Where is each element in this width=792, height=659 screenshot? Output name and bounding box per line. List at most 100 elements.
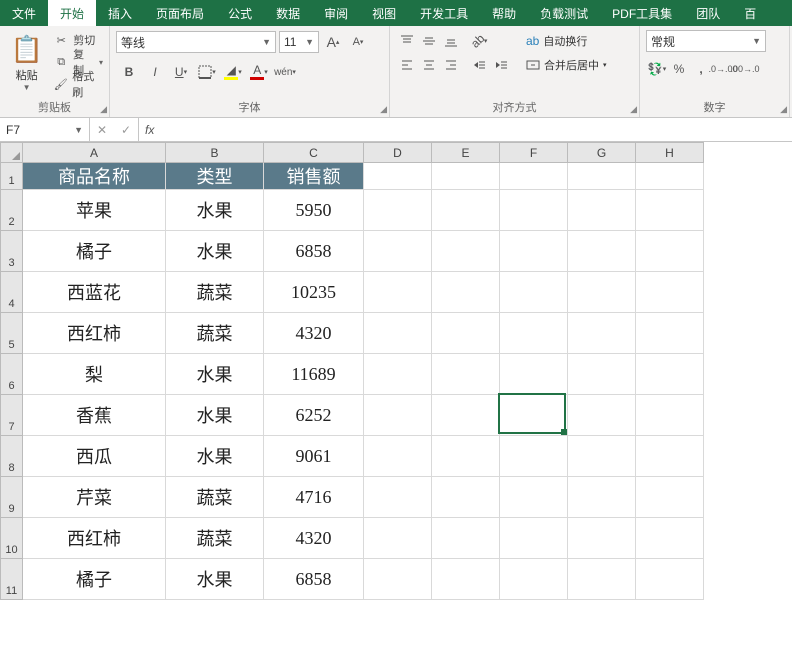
cell[interactable] <box>568 518 636 559</box>
cell[interactable] <box>364 231 432 272</box>
align-middle-button[interactable] <box>418 30 440 52</box>
cell[interactable]: 5950 <box>264 190 364 231</box>
cell[interactable] <box>568 163 636 190</box>
decrease-decimal-button[interactable]: .00→.0 <box>734 58 756 80</box>
cell[interactable]: 蔬菜 <box>166 272 264 313</box>
row-header[interactable]: 5 <box>1 313 23 354</box>
row-header[interactable]: 8 <box>1 436 23 477</box>
wrap-text-button[interactable]: ab 自动换行 <box>522 30 611 52</box>
column-header[interactable]: F <box>500 143 568 163</box>
cell[interactable] <box>636 395 704 436</box>
font-name-select[interactable]: 等线 ▼ <box>116 31 276 53</box>
merge-center-button[interactable]: 合并后居中 ▾ <box>522 54 611 76</box>
row-header[interactable]: 1 <box>1 163 23 190</box>
cell[interactable] <box>500 354 568 395</box>
ribbon-tab-4[interactable]: 公式 <box>216 0 264 26</box>
cell[interactable]: 苹果 <box>23 190 166 231</box>
cell[interactable]: 香蕉 <box>23 395 166 436</box>
cell[interactable] <box>500 231 568 272</box>
cell[interactable]: 水果 <box>166 395 264 436</box>
column-header[interactable]: E <box>432 143 500 163</box>
cell[interactable] <box>568 272 636 313</box>
underline-button[interactable]: U▾ <box>168 61 194 83</box>
bold-button[interactable]: B <box>116 61 142 83</box>
fx-label[interactable]: fx <box>139 118 160 141</box>
cell[interactable] <box>636 354 704 395</box>
cell[interactable] <box>432 436 500 477</box>
cell[interactable] <box>432 354 500 395</box>
ribbon-tab-0[interactable]: 文件 <box>0 0 48 26</box>
cell[interactable]: 西蓝花 <box>23 272 166 313</box>
cell[interactable]: 水果 <box>166 190 264 231</box>
percent-button[interactable]: % <box>668 58 690 80</box>
select-all-corner[interactable] <box>1 143 23 163</box>
cell[interactable] <box>432 190 500 231</box>
row-header[interactable]: 9 <box>1 477 23 518</box>
align-left-button[interactable] <box>396 54 418 76</box>
cell[interactable] <box>432 313 500 354</box>
align-bottom-button[interactable] <box>440 30 462 52</box>
row-header[interactable]: 3 <box>1 231 23 272</box>
cell[interactable]: 10235 <box>264 272 364 313</box>
column-header[interactable]: B <box>166 143 264 163</box>
ribbon-tab-1[interactable]: 开始 <box>48 0 96 26</box>
decrease-indent-button[interactable] <box>468 54 490 76</box>
cell[interactable]: 销售额 <box>264 163 364 190</box>
cell[interactable] <box>500 559 568 600</box>
dialog-launcher-icon[interactable]: ◢ <box>100 104 107 115</box>
cell[interactable] <box>500 518 568 559</box>
row-header[interactable]: 11 <box>1 559 23 600</box>
accounting-format-button[interactable]: 💱▾ <box>646 58 668 80</box>
cell[interactable]: 蔬菜 <box>166 477 264 518</box>
cell[interactable]: 水果 <box>166 354 264 395</box>
cell[interactable] <box>636 231 704 272</box>
cell[interactable] <box>432 518 500 559</box>
cell[interactable]: 芹菜 <box>23 477 166 518</box>
cell[interactable]: 水果 <box>166 436 264 477</box>
row-header[interactable]: 2 <box>1 190 23 231</box>
cell[interactable] <box>364 163 432 190</box>
ribbon-tab-13[interactable]: 百 <box>732 0 768 26</box>
cell[interactable]: 橘子 <box>23 559 166 600</box>
ribbon-tab-2[interactable]: 插入 <box>96 0 144 26</box>
ribbon-tab-12[interactable]: 团队 <box>684 0 732 26</box>
cell[interactable] <box>568 354 636 395</box>
cell[interactable] <box>364 354 432 395</box>
ribbon-tab-3[interactable]: 页面布局 <box>144 0 216 26</box>
grow-font-button[interactable]: A▴ <box>322 31 344 53</box>
align-right-button[interactable] <box>440 54 462 76</box>
cancel-formula-button[interactable]: ✕ <box>90 119 114 141</box>
row-header[interactable]: 10 <box>1 518 23 559</box>
cell[interactable]: 11689 <box>264 354 364 395</box>
cell[interactable] <box>500 477 568 518</box>
cell[interactable] <box>568 190 636 231</box>
format-painter-button[interactable]: 🖌 格式刷 <box>53 74 103 94</box>
ribbon-tab-10[interactable]: 负载测试 <box>528 0 600 26</box>
cell[interactable] <box>568 395 636 436</box>
dialog-launcher-icon[interactable]: ◢ <box>380 104 387 115</box>
column-header[interactable]: G <box>568 143 636 163</box>
cell[interactable]: 6858 <box>264 559 364 600</box>
cell[interactable] <box>636 436 704 477</box>
cell[interactable]: 蔬菜 <box>166 313 264 354</box>
phonetic-button[interactable]: wén▾ <box>272 61 298 83</box>
fill-color-button[interactable]: ◢ ▾ <box>220 61 246 83</box>
cell[interactable]: 梨 <box>23 354 166 395</box>
cell[interactable] <box>636 313 704 354</box>
cell[interactable] <box>636 477 704 518</box>
ribbon-tab-9[interactable]: 帮助 <box>480 0 528 26</box>
cell[interactable]: 类型 <box>166 163 264 190</box>
font-color-button[interactable]: A ▾ <box>246 61 272 83</box>
cell[interactable] <box>432 272 500 313</box>
row-header[interactable]: 7 <box>1 395 23 436</box>
cell[interactable] <box>500 313 568 354</box>
ribbon-tab-6[interactable]: 审阅 <box>312 0 360 26</box>
align-top-button[interactable] <box>396 30 418 52</box>
enter-formula-button[interactable]: ✓ <box>114 119 138 141</box>
dialog-launcher-icon[interactable]: ◢ <box>780 104 787 115</box>
increase-indent-button[interactable] <box>490 54 512 76</box>
cell[interactable] <box>364 313 432 354</box>
cell[interactable]: 4716 <box>264 477 364 518</box>
shrink-font-button[interactable]: A▾ <box>347 31 369 53</box>
cell[interactable]: 水果 <box>166 231 264 272</box>
